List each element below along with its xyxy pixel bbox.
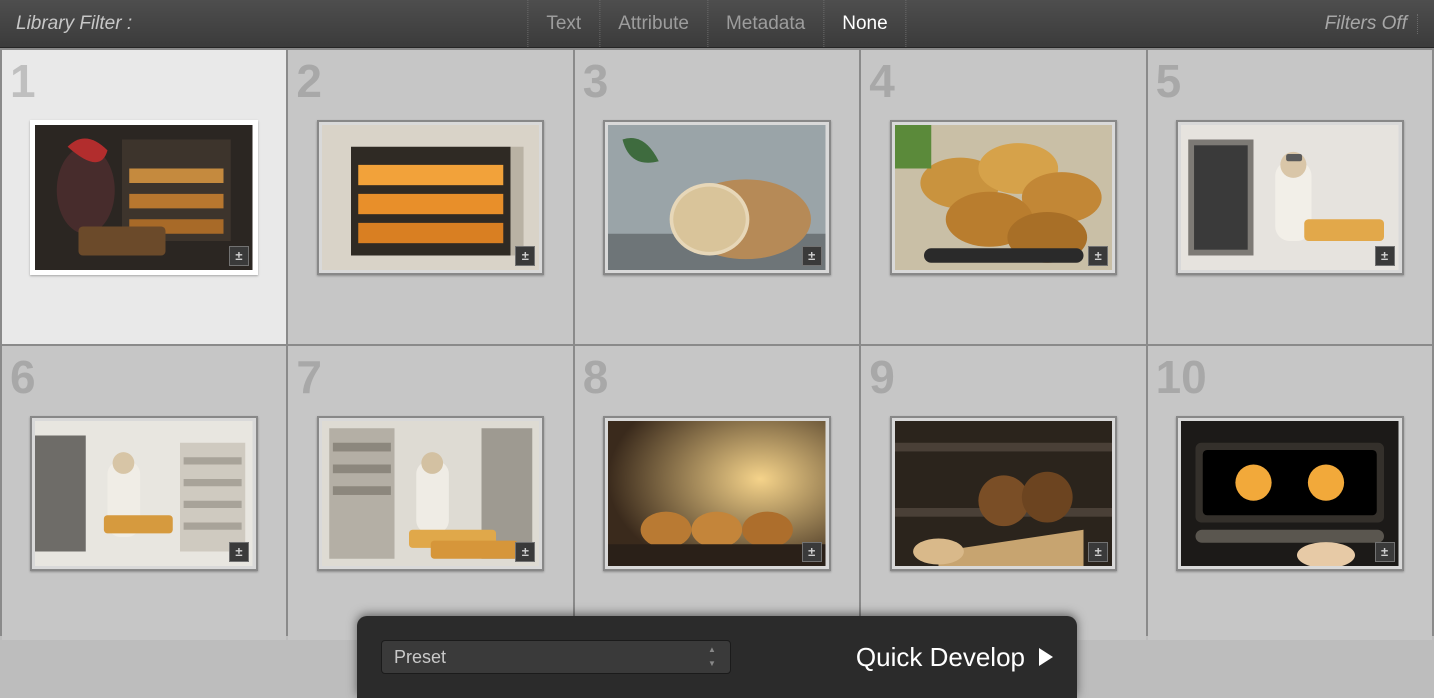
- thumbnail-image: [322, 421, 540, 566]
- thumbnail-frame: ±: [1176, 120, 1404, 275]
- develop-badge-icon: ±: [229, 542, 249, 562]
- cell-index: 3: [583, 58, 609, 104]
- library-filter-bar: Library Filter : Text Attribute Metadata…: [0, 0, 1434, 48]
- library-filter-tabs: Text Attribute Metadata None: [527, 0, 906, 47]
- cell-index: 7: [296, 354, 322, 400]
- thumbnail-frame: ±: [603, 120, 831, 275]
- develop-badge-icon: ±: [229, 246, 249, 266]
- quick-develop-toggle[interactable]: Quick Develop: [856, 642, 1053, 673]
- filters-off-label: Filters Off: [1325, 13, 1407, 35]
- divider: [1417, 14, 1418, 34]
- grid-cell[interactable]: 2 ±: [288, 50, 572, 344]
- filter-tab-label: None: [842, 13, 887, 35]
- thumbnail-frame: ±: [30, 416, 258, 571]
- thumbnail-frame: ±: [603, 416, 831, 571]
- filters-off-toggle[interactable]: Filters Off: [1325, 13, 1418, 35]
- cell-index: 1: [10, 58, 36, 104]
- grid-cell[interactable]: 4 ±: [861, 50, 1145, 344]
- cell-index: 5: [1156, 58, 1182, 104]
- quick-develop-panel: Preset ▲▼ Quick Develop: [357, 616, 1077, 698]
- filter-tab-none[interactable]: None: [823, 0, 906, 47]
- grid-cell[interactable]: 3 ±: [575, 50, 859, 344]
- develop-badge-icon: ±: [515, 246, 535, 266]
- filter-tab-metadata[interactable]: Metadata: [707, 0, 823, 47]
- cell-index: 6: [10, 354, 36, 400]
- thumbnail-image: [608, 125, 826, 270]
- grid-cell[interactable]: 1 ±: [2, 50, 286, 344]
- develop-badge-icon: ±: [1088, 542, 1108, 562]
- filter-tab-text[interactable]: Text: [527, 0, 599, 47]
- thumbnail-image: [1181, 125, 1399, 270]
- filter-tab-label: Attribute: [618, 13, 689, 35]
- thumbnail-image: [608, 421, 826, 566]
- thumbnail-frame: ±: [30, 120, 258, 275]
- develop-badge-icon: ±: [1375, 542, 1395, 562]
- filter-tab-label: Text: [546, 13, 581, 35]
- develop-badge-icon: ±: [802, 246, 822, 266]
- filter-tab-attribute[interactable]: Attribute: [599, 0, 707, 47]
- develop-badge-icon: ±: [515, 542, 535, 562]
- preset-dropdown[interactable]: Preset ▲▼: [381, 640, 731, 674]
- thumbnail-frame: ±: [1176, 416, 1404, 571]
- stepper-icon: ▲▼: [708, 646, 724, 668]
- grid-cell[interactable]: 10 ±: [1148, 346, 1432, 640]
- grid-cell[interactable]: 6 ±: [2, 346, 286, 640]
- cell-index: 2: [296, 58, 322, 104]
- thumbnail-image: [35, 421, 253, 566]
- grid-cell[interactable]: 8 ±: [575, 346, 859, 640]
- cell-index: 10: [1156, 354, 1207, 400]
- thumbnail-image: [895, 125, 1113, 270]
- develop-badge-icon: ±: [802, 542, 822, 562]
- thumbnail-grid: 1 ± 2: [0, 48, 1434, 636]
- filter-tab-label: Metadata: [726, 13, 805, 35]
- develop-badge-icon: ±: [1088, 246, 1108, 266]
- triangle-left-icon: [1039, 648, 1053, 666]
- cell-index: 4: [869, 58, 895, 104]
- thumbnail-frame: ±: [317, 416, 545, 571]
- develop-badge-icon: ±: [1375, 246, 1395, 266]
- thumbnail-image: [1181, 421, 1399, 566]
- library-filter-label: Library Filter :: [16, 13, 132, 35]
- quick-develop-title: Quick Develop: [856, 642, 1025, 673]
- thumbnail-image: [35, 125, 253, 270]
- thumbnail-image: [322, 125, 540, 270]
- thumbnail-frame: ±: [317, 120, 545, 275]
- grid-cell[interactable]: 9 ±: [861, 346, 1145, 640]
- cell-index: 9: [869, 354, 895, 400]
- grid-cell[interactable]: 7 ±: [288, 346, 572, 640]
- cell-index: 8: [583, 354, 609, 400]
- thumbnail-frame: ±: [890, 416, 1118, 571]
- preset-label: Preset: [394, 647, 446, 668]
- thumbnail-image: [895, 421, 1113, 566]
- grid-cell[interactable]: 5 ±: [1148, 50, 1432, 344]
- thumbnail-frame: ±: [890, 120, 1118, 275]
